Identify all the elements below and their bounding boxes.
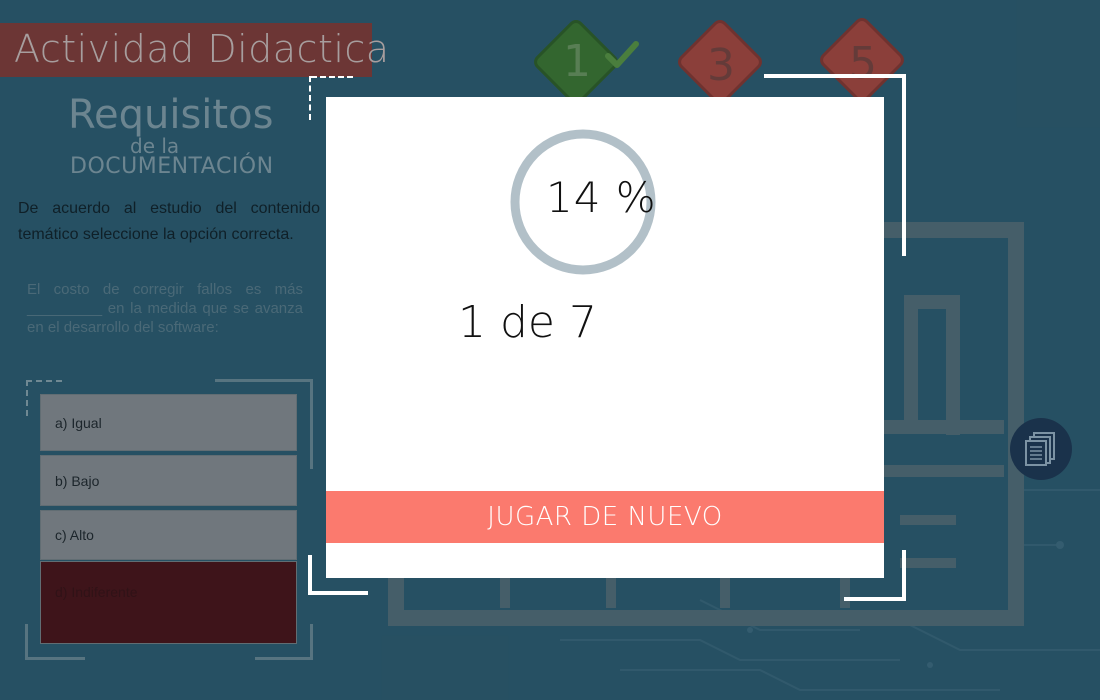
modal-frame-bracket	[902, 550, 906, 601]
percent-text: 14 %	[546, 173, 657, 222]
modal-frame-dash	[309, 76, 311, 120]
modal-frame-bracket	[308, 591, 368, 595]
modal-frame-bracket	[844, 597, 906, 601]
modal-frame-bracket	[902, 74, 906, 256]
results-modal: 14 % 1 de 7 JUGAR DE NUEVO	[326, 97, 884, 578]
modal-frame-bracket	[764, 74, 906, 78]
modal-frame-bracket	[308, 555, 312, 595]
play-again-button[interactable]: JUGAR DE NUEVO	[326, 491, 884, 543]
score-text: 1 de 7	[458, 297, 597, 348]
modal-frame-dash	[311, 76, 353, 78]
